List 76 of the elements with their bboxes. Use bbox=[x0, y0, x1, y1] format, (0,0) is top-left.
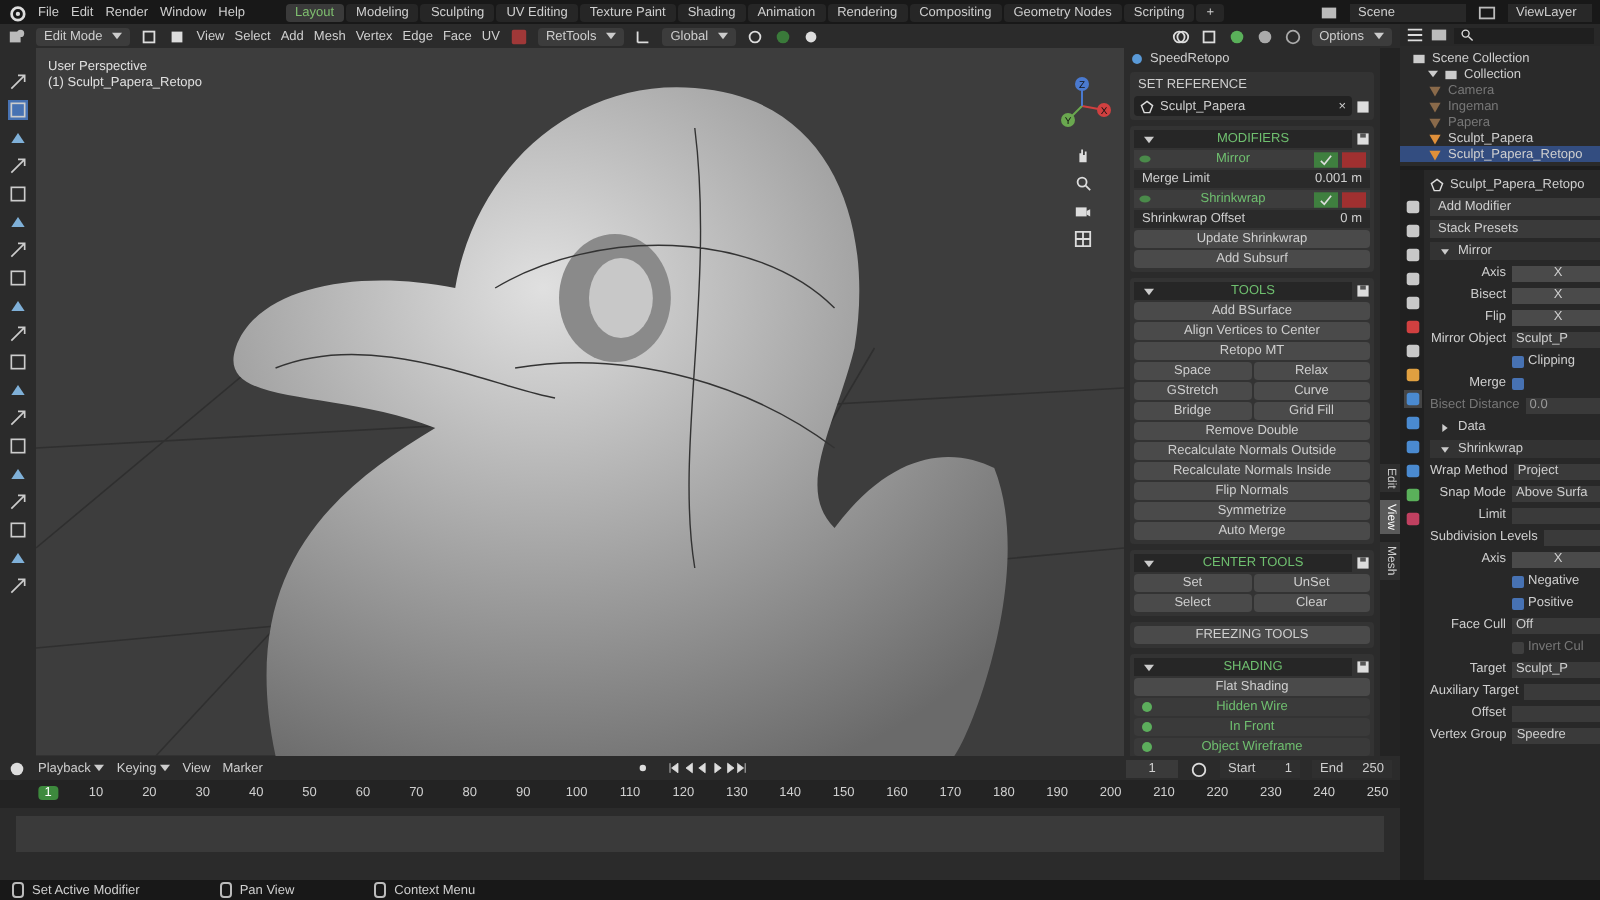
snap-icon[interactable] bbox=[774, 27, 793, 45]
cursor-tool-icon[interactable] bbox=[8, 72, 28, 92]
xray-icon[interactable] bbox=[1199, 27, 1218, 45]
extrude-tool-icon[interactable] bbox=[8, 296, 28, 316]
inset-tool-icon[interactable] bbox=[8, 324, 28, 344]
collection-icon bbox=[1412, 51, 1426, 65]
caret-icon bbox=[718, 32, 729, 40]
measure-tool-icon[interactable] bbox=[8, 268, 28, 288]
chevron-icon bbox=[1144, 135, 1154, 143]
checkbox[interactable] bbox=[1512, 377, 1524, 389]
chevron-icon bbox=[1144, 663, 1154, 671]
view-layer-icon[interactable] bbox=[1478, 3, 1496, 21]
overlay-icon[interactable] bbox=[1171, 27, 1190, 45]
zoom-icon[interactable] bbox=[1073, 174, 1091, 192]
rendered-shading-icon[interactable] bbox=[1283, 27, 1302, 45]
save-icon[interactable] bbox=[1356, 99, 1370, 113]
spin-tool-icon[interactable] bbox=[8, 464, 28, 484]
apply-icon[interactable] bbox=[1314, 151, 1338, 167]
bevel-tool-icon[interactable] bbox=[8, 352, 28, 372]
clock-icon[interactable] bbox=[8, 759, 26, 777]
pivot-icon[interactable] bbox=[746, 27, 765, 45]
save-icon[interactable] bbox=[1356, 132, 1370, 146]
rip-tool-icon[interactable] bbox=[8, 576, 28, 596]
mouse-icon bbox=[12, 882, 24, 898]
search-field[interactable] bbox=[1454, 27, 1594, 43]
caret-icon bbox=[112, 32, 123, 40]
solid-shading-icon[interactable] bbox=[1227, 27, 1246, 45]
chevron-icon bbox=[1440, 247, 1450, 255]
chevron-icon[interactable] bbox=[1428, 70, 1438, 78]
shear-tool-icon[interactable] bbox=[8, 548, 28, 568]
polybuild-tool-icon[interactable] bbox=[8, 436, 28, 456]
knife-tool-icon[interactable] bbox=[8, 408, 28, 428]
loopcut-tool-icon[interactable] bbox=[8, 380, 28, 400]
material-shading-icon[interactable] bbox=[1255, 27, 1274, 45]
shrink-tool-icon[interactable] bbox=[8, 520, 28, 540]
editor-type-icon[interactable] bbox=[8, 27, 26, 45]
addon-icon bbox=[1130, 52, 1144, 66]
pan-icon[interactable] bbox=[1073, 146, 1091, 164]
transform-orientation-icon[interactable] bbox=[634, 27, 653, 45]
stopwatch-icon[interactable] bbox=[1190, 759, 1208, 777]
caret-icon bbox=[160, 764, 171, 772]
vertex-select-icon[interactable] bbox=[140, 27, 159, 45]
eye-icon[interactable] bbox=[1138, 192, 1152, 206]
search-icon bbox=[1460, 28, 1474, 42]
filter-icon[interactable] bbox=[1430, 26, 1448, 44]
scene-icon[interactable] bbox=[1320, 3, 1338, 21]
transform-tool-icon[interactable] bbox=[8, 212, 28, 232]
annotate-tool-icon[interactable] bbox=[8, 240, 28, 260]
save-icon[interactable] bbox=[1356, 556, 1370, 570]
save-icon[interactable] bbox=[1356, 660, 1370, 674]
caret-icon bbox=[1374, 32, 1384, 40]
display-mode-icon[interactable] bbox=[1406, 26, 1424, 44]
mesh-icon bbox=[1430, 178, 1444, 192]
smooth-tool-icon[interactable] bbox=[8, 492, 28, 512]
camera-icon[interactable] bbox=[1073, 202, 1091, 220]
eye-icon[interactable] bbox=[1138, 152, 1152, 166]
face-select-icon[interactable] bbox=[168, 27, 187, 45]
save-icon[interactable] bbox=[1356, 284, 1370, 298]
apply-icon[interactable] bbox=[1314, 191, 1338, 207]
chevron-icon bbox=[1144, 287, 1154, 295]
chevron-icon bbox=[1440, 423, 1450, 431]
rotate-tool-icon[interactable] bbox=[8, 156, 28, 176]
caret-icon bbox=[606, 32, 617, 40]
caret-icon bbox=[94, 764, 105, 772]
chevron-icon bbox=[1144, 559, 1154, 567]
collection-icon bbox=[1444, 67, 1458, 81]
mouse-icon bbox=[374, 882, 387, 898]
grid-icon[interactable] bbox=[1073, 230, 1091, 248]
mesh-icon bbox=[1140, 99, 1154, 113]
blender-logo-icon[interactable] bbox=[8, 3, 26, 21]
chevron-icon bbox=[1440, 445, 1450, 453]
mouse-icon bbox=[219, 882, 232, 898]
move-tool-icon[interactable] bbox=[8, 128, 28, 148]
select-tool-icon[interactable] bbox=[8, 100, 28, 120]
proportional-icon[interactable] bbox=[802, 27, 821, 45]
scale-tool-icon[interactable] bbox=[8, 184, 28, 204]
